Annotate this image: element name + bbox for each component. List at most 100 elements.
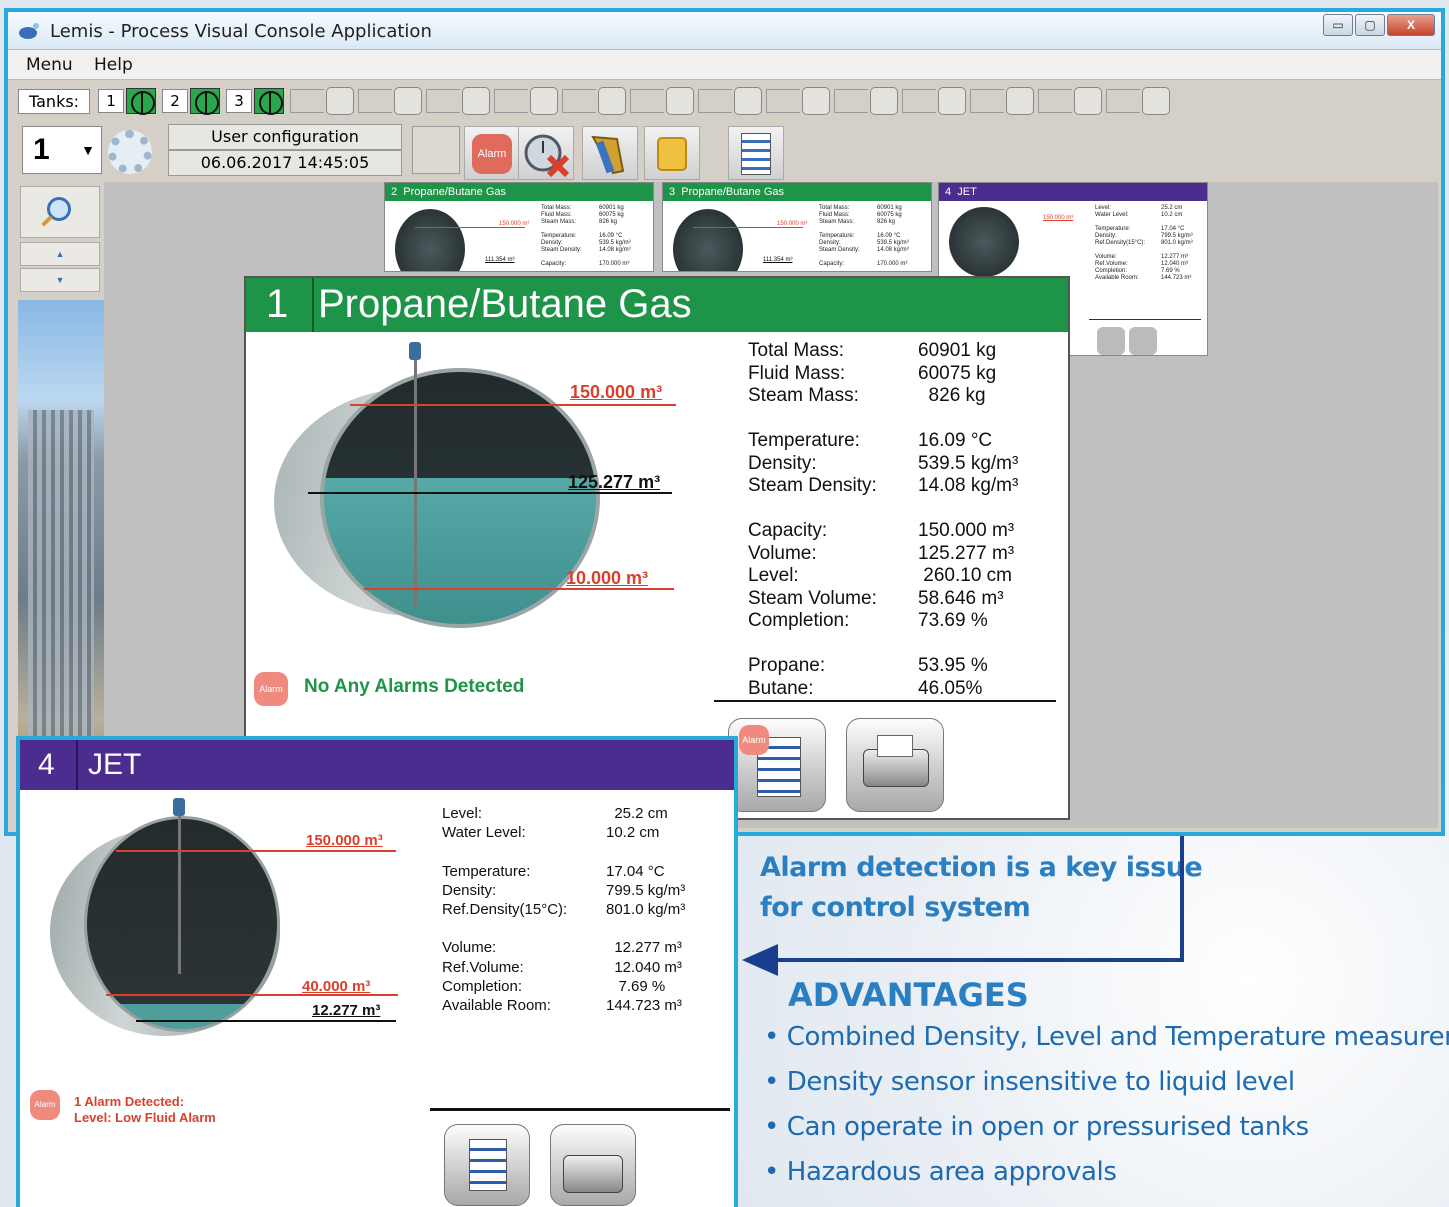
window-controls: ▭ ▢ X	[1323, 14, 1435, 36]
data-values: 60901 kg 60075 kg 826 kg 16.09 °C 539.5 …	[918, 340, 1019, 699]
tank-slot[interactable]	[766, 89, 801, 113]
probe-head	[409, 342, 421, 360]
mini-card-title: Propane/Butane Gas	[403, 186, 506, 198]
alarm-report-button[interactable]: Alarm	[728, 718, 826, 812]
tank-slot[interactable]	[698, 89, 733, 113]
tank-drum-face	[84, 816, 280, 1032]
report-button[interactable]	[728, 126, 784, 180]
tank-2-number[interactable]: 2	[162, 89, 189, 113]
tank-slot[interactable]	[630, 89, 665, 113]
tank-3-globe-icon[interactable]	[254, 88, 285, 115]
tank-slot-box[interactable]	[666, 87, 695, 115]
arrow-line-vertical	[1180, 836, 1184, 962]
alarm-icon: Alarm	[30, 1090, 60, 1120]
tank-slot[interactable]	[1106, 89, 1141, 113]
tank-slot[interactable]	[902, 89, 937, 113]
close-button[interactable]: X	[1387, 14, 1435, 36]
tank-slot[interactable]	[1038, 89, 1073, 113]
scroll-up-button[interactable]: ▲	[20, 242, 100, 266]
maximize-button[interactable]: ▢	[1355, 14, 1385, 36]
print-button[interactable]	[846, 718, 944, 812]
tank-slot-box[interactable]	[530, 87, 559, 115]
tank-slot-box[interactable]	[1006, 87, 1035, 115]
mini-labels: Level: Water Level: Temperature: Density…	[1095, 205, 1146, 281]
print-button[interactable]	[550, 1124, 636, 1206]
tank-slot-box[interactable]	[734, 87, 763, 115]
gear-icon[interactable]	[108, 130, 152, 174]
alarm-button[interactable]: Alarm	[464, 126, 520, 180]
mini-report-icon[interactable]	[1097, 327, 1125, 355]
advantage-item: • Hazardous area approvals	[764, 1157, 1117, 1187]
tank-select[interactable]: 1 ▼	[22, 126, 102, 174]
level-line	[693, 227, 803, 228]
tank-slot-box[interactable]	[326, 87, 355, 115]
printer-paper	[877, 735, 913, 757]
mini-card-3[interactable]: 3 Propane/Butane Gas 150.000 m³ 111.354 …	[662, 182, 932, 272]
tank-2-globe-icon[interactable]	[190, 88, 221, 115]
tank-slot-box[interactable]	[1142, 87, 1171, 115]
tank-slot-box[interactable]	[938, 87, 967, 115]
scroll-down-button[interactable]: ▼	[20, 268, 100, 292]
alarm-message: 1 Alarm Detected: Level: Low Fluid Alarm	[74, 1094, 216, 1126]
card-header: 1 Propane/Butane Gas	[246, 278, 1068, 332]
mini-card-num: 2	[391, 186, 398, 198]
alarm-icon: Alarm	[254, 672, 288, 706]
tank-slot[interactable]	[290, 89, 325, 113]
tank-slot-box[interactable]	[870, 87, 899, 115]
tank-slot[interactable]	[970, 89, 1005, 113]
alarm-clear-button[interactable]	[518, 126, 574, 180]
tank-slot-box[interactable]	[598, 87, 627, 115]
tank-slot-box[interactable]	[394, 87, 423, 115]
tank-slot[interactable]	[358, 89, 393, 113]
lock-button[interactable]	[644, 126, 700, 180]
alarm-icon: Alarm	[472, 134, 512, 174]
tank-slot[interactable]	[834, 89, 869, 113]
mini-card-2[interactable]: 2 Propane/Butane Gas 150.000 m³ 111.354 …	[384, 182, 654, 272]
mini-level-label: 150.000 m³	[499, 221, 530, 227]
mini-printer-icon[interactable]	[1129, 327, 1157, 355]
minimize-button[interactable]: ▭	[1323, 14, 1353, 36]
tank-select-value: 1	[33, 133, 50, 166]
data-labels: Total Mass: Fluid Mass: Steam Mass: Temp…	[748, 340, 877, 699]
tools-button[interactable]	[582, 126, 638, 180]
mini-card-num: 3	[669, 186, 676, 198]
data-values: 25.2 cm 10.2 cm 17.04 °C 799.5 kg/m³ 801…	[606, 805, 686, 1015]
level-line-top	[116, 850, 396, 852]
search-button[interactable]	[20, 186, 100, 238]
tank-slot[interactable]	[494, 89, 529, 113]
mini-card-header: 4 JET	[939, 183, 1207, 201]
mini-labels: Total Mass: Fluid Mass: Steam Mass: Temp…	[819, 205, 860, 267]
level-label-current: 125.277 m³	[568, 472, 661, 492]
tank-slot-box[interactable]	[802, 87, 831, 115]
timer-cancel-icon	[524, 134, 570, 178]
card-title: Propane/Butane Gas	[318, 282, 692, 326]
tank-slot-box[interactable]	[462, 87, 491, 115]
mini-card-num: 4	[945, 186, 952, 198]
marketing-line-2: for control system	[760, 892, 1031, 923]
mini-values: 60901 kg 60075 kg 826 kg 16.09 °C 539.5 …	[877, 205, 909, 267]
menu-item-menu[interactable]: Menu	[26, 55, 73, 75]
alarm-report-button[interactable]	[444, 1124, 530, 1206]
tools-icon	[591, 135, 625, 175]
app-icon	[19, 23, 39, 39]
title-bar[interactable]: Lemis - Process Visual Console Applicati…	[8, 12, 1441, 50]
level-label-top: 150.000 m³	[570, 382, 663, 402]
document-icon	[741, 133, 771, 175]
divider	[1089, 319, 1201, 320]
header-separator	[76, 740, 78, 790]
tank-1-globe-icon[interactable]	[126, 88, 157, 115]
blank-button[interactable]	[412, 126, 460, 174]
tank-drum-image	[673, 209, 743, 271]
mini-labels: Total Mass: Fluid Mass: Steam Mass: Temp…	[541, 205, 582, 267]
tank-slot[interactable]	[426, 89, 461, 113]
menu-bar: Menu Help	[8, 50, 1441, 80]
tank-3-number[interactable]: 3	[226, 89, 253, 113]
level-label-alarm: 40.000 m³	[302, 978, 371, 995]
tank-slot[interactable]	[562, 89, 597, 113]
tank-1-number[interactable]: 1	[98, 89, 125, 113]
card-number: 1	[266, 282, 289, 326]
mini-values: 25.2 cm 10.2 cm 17.04 °C 799.5 kg/m³ 801…	[1161, 205, 1193, 281]
tank-slot-box[interactable]	[1074, 87, 1103, 115]
menu-item-help[interactable]: Help	[94, 55, 133, 75]
tank-drum-image	[949, 207, 1019, 277]
